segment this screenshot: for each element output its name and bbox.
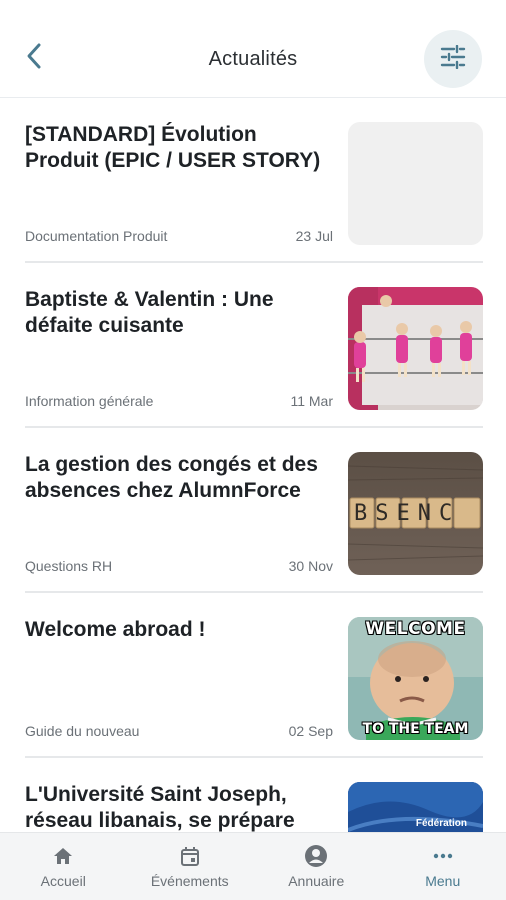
news-item[interactable]: L'Université Saint Joseph, réseau libana… <box>25 758 483 832</box>
news-title: Baptiste & Valentin : Une défaite cuisan… <box>25 288 274 337</box>
news-category: Information générale <box>25 393 154 409</box>
nav-label: Accueil <box>40 873 86 889</box>
news-item[interactable]: Baptiste & Valentin : Une défaite cuisan… <box>25 263 483 428</box>
news-thumbnail-foosball <box>348 287 483 410</box>
nav-label: Annuaire <box>288 873 345 889</box>
news-date: 23 Jul <box>295 228 333 244</box>
news-feed[interactable]: [STANDARD] Évolution Produit (EPIC / USE… <box>0 98 506 832</box>
user-circle-icon <box>303 843 329 869</box>
news-title: La gestion des congés et des absences ch… <box>25 453 318 502</box>
bottom-navigation: Accueil Événements Annuaire Menu <box>0 832 506 900</box>
meme-bottom-text: TO THE TEAM <box>362 721 469 737</box>
calendar-icon <box>177 843 203 869</box>
home-icon <box>50 843 76 869</box>
news-thumbnail-placeholder <box>348 122 483 245</box>
news-date: 30 Nov <box>288 558 333 574</box>
top-bar: Actualités <box>0 0 506 98</box>
nav-item-menu[interactable]: Menu <box>380 833 506 900</box>
nav-item-evenements[interactable]: Événements <box>127 833 254 900</box>
news-item[interactable]: [STANDARD] Évolution Produit (EPIC / USE… <box>25 98 483 263</box>
filter-button[interactable] <box>424 30 482 88</box>
app-screen: Actualités [STANDARD] Évolution Produit … <box>0 0 506 900</box>
news-date: 11 Mar <box>290 393 333 409</box>
news-title: Welcome abroad ! <box>25 618 206 641</box>
news-item[interactable]: Welcome abroad ! Guide du nouveau 02 Sep… <box>25 593 483 758</box>
nav-item-annuaire[interactable]: Annuaire <box>253 833 380 900</box>
news-category: Guide du nouveau <box>25 723 140 739</box>
nav-item-accueil[interactable]: Accueil <box>0 833 127 900</box>
news-category: Documentation Produit <box>25 228 168 244</box>
news-item[interactable]: La gestion des congés et des absences ch… <box>25 428 483 593</box>
federation-label: Fédération <box>415 818 467 829</box>
news-category: Questions RH <box>25 558 113 574</box>
thumbnail-letters: BSENC <box>354 501 461 526</box>
nav-label: Menu <box>425 873 461 889</box>
news-thumbnail-letter-blocks: BSENC <box>348 452 483 575</box>
news-date: 02 Sep <box>288 723 333 739</box>
more-dots-icon <box>430 843 456 869</box>
nav-label: Événements <box>150 873 229 889</box>
news-title: [STANDARD] Évolution Produit (EPIC / USE… <box>25 123 321 172</box>
news-thumbnail-meme: WELCOME TO THE TEAM <box>348 617 483 740</box>
meme-top-text: WELCOME <box>365 619 466 639</box>
news-title: L'Université Saint Joseph, réseau libana… <box>25 783 295 832</box>
news-thumbnail-federation: Fédération <box>348 782 483 832</box>
sliders-icon <box>440 44 466 74</box>
